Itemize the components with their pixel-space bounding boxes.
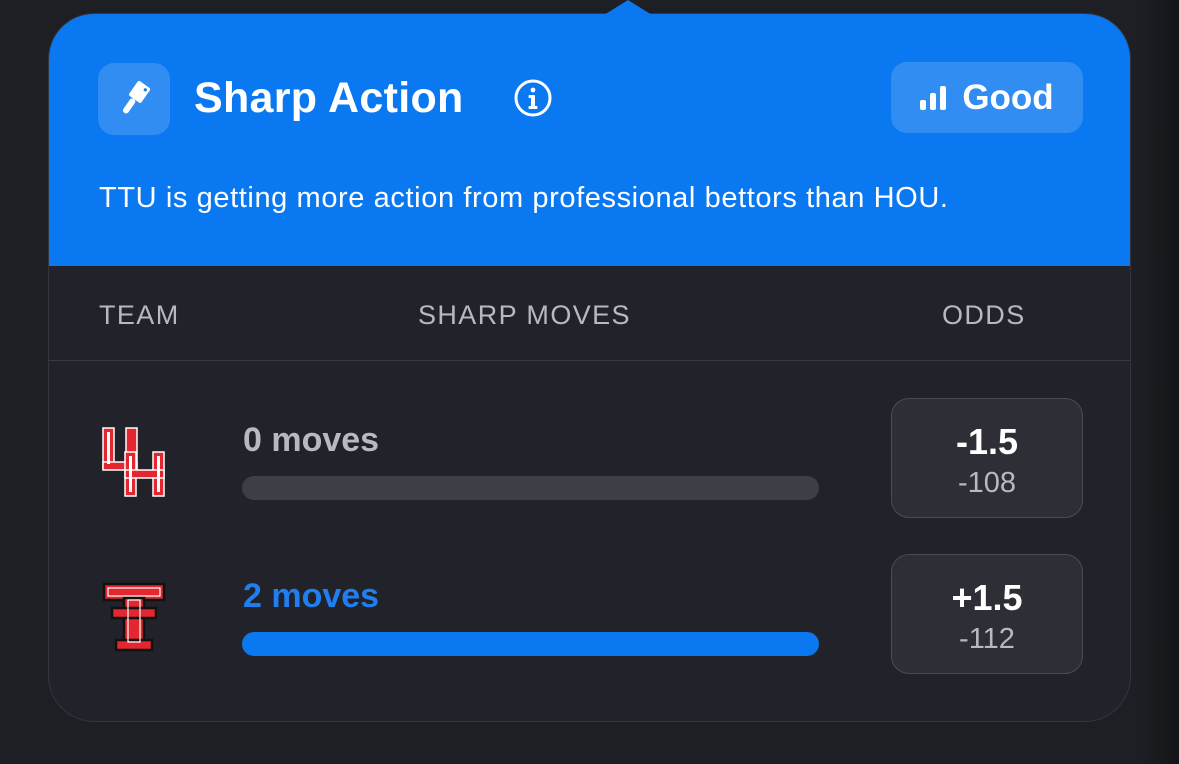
- odds-button[interactable]: -1.5 -108: [891, 398, 1083, 518]
- rating-badge[interactable]: Good: [891, 62, 1083, 133]
- moves-label: 2 moves: [243, 577, 380, 615]
- header-divider: [49, 360, 1130, 361]
- spread-price: -112: [959, 623, 1015, 655]
- texas-tech-double-t-logo: [102, 582, 166, 652]
- column-header-sharp-moves: SHARP MOVES: [418, 300, 631, 330]
- sharp-action-icon-tile: [98, 63, 170, 135]
- card-header: Sharp Action Good TTU is getting more ac…: [49, 14, 1130, 266]
- houston-uh-logo: [102, 427, 165, 497]
- column-header-team: TEAM: [99, 300, 180, 330]
- column-header-odds: ODDS: [942, 300, 1026, 330]
- cleaver-icon: [122, 81, 151, 114]
- sharp-action-card: Sharp Action Good TTU is getting more ac…: [48, 13, 1131, 722]
- moves-progress-track: [242, 476, 819, 500]
- card-title: Sharp Action: [194, 74, 464, 122]
- moves-label: 0 moves: [243, 421, 380, 459]
- signal-bars-icon: [920, 85, 947, 110]
- odds-button[interactable]: +1.5 -112: [891, 554, 1083, 674]
- rating-label: Good: [962, 77, 1054, 117]
- spread-price: -108: [957, 467, 1017, 499]
- moves-progress-fill: [242, 632, 819, 656]
- info-icon[interactable]: [513, 78, 553, 118]
- spread-line: -1.5: [955, 421, 1019, 462]
- popover-caret: [604, 0, 652, 15]
- sharp-action-description: TTU is getting more action from professi…: [99, 182, 949, 214]
- spread-line: +1.5: [951, 577, 1023, 618]
- moves-progress-track: [242, 632, 819, 656]
